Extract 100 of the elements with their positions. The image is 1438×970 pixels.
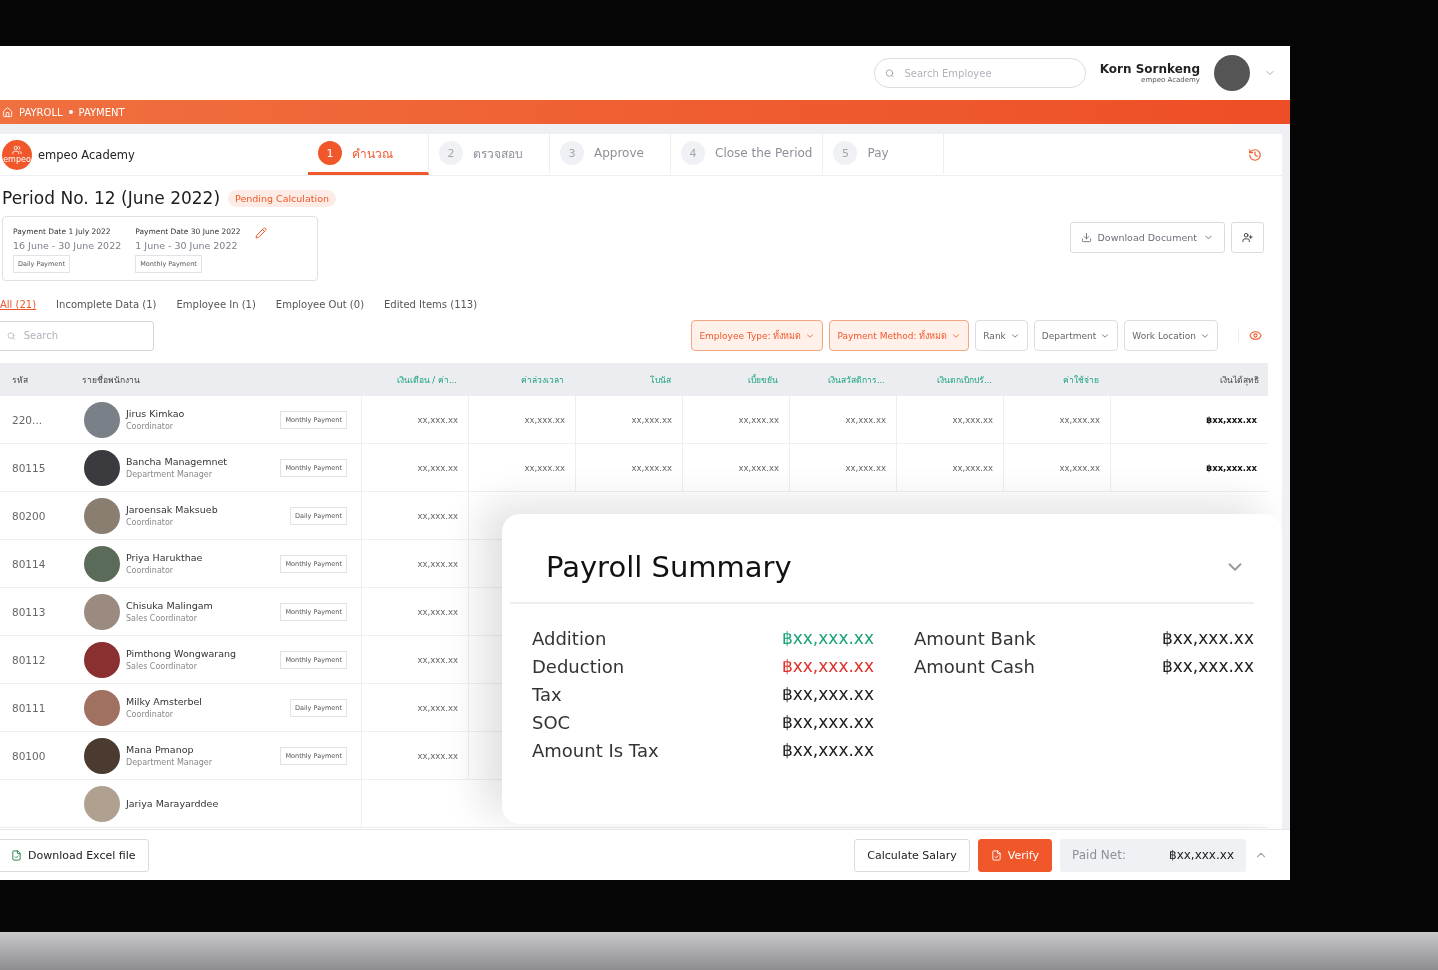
filter-tab[interactable]: All (21) [0,299,37,310]
employee-id: 80100 [11,749,47,762]
table-search-field[interactable]: Search [0,320,154,351]
employee-id: 80200 [11,509,47,522]
table-cell: xx,xxx.xx [469,444,576,491]
table-cell: xx,xxx.xx [362,540,469,587]
filter-tab[interactable]: Employee In (1) [176,299,256,310]
employee-name: Jariya Marayarddee [126,798,220,809]
employee-role: Sales Coordinator [126,662,198,671]
summary-label: Deduction [532,656,625,677]
date-range: 1 June - 30 June 2022 [135,240,238,251]
employee-name: Jaroensak Maksueb [126,504,219,515]
summary-title: Payroll Summary [546,550,792,584]
step-tab[interactable]: 2 ตรวจสอบ [429,134,550,175]
eye-icon[interactable] [1249,329,1262,342]
table-cell: xx,xxx.xx [576,396,683,443]
table-cell: xx,xxx.xx [362,636,469,683]
column-header: รายชื่อพนักงาน [81,373,141,387]
date-range: 16 June - 30 June 2022 [13,240,122,251]
filter-tab[interactable]: Employee Out (0) [275,299,365,310]
avatar-placeholder [84,785,120,822]
summary-value: ฿xx,xxx.xx [781,740,874,761]
step-tab[interactable]: 3 Approve [550,134,671,175]
step-tab[interactable]: 5 Pay [823,134,945,175]
search-input[interactable]: Search [21,329,145,342]
table-cell: xx,xxx.xx [897,444,1004,491]
filter-tab[interactable]: Edited Items (113) [384,299,478,310]
avatar-placeholder [84,449,120,486]
edit-icon[interactable] [254,227,267,239]
filter-dropdown[interactable]: Department [1033,320,1119,351]
filter-dropdown[interactable]: Payment Method: ทั้งหมด [829,320,970,351]
summary-value: ฿xx,xxx.xx [1161,656,1254,677]
employee-name: Mana Pmanop [126,744,195,755]
paid-net-value: ฿xx,xxx.xx [1169,848,1234,862]
column-header: รหัส [11,373,29,387]
avatar-placeholder [84,641,120,678]
verify-button[interactable]: Verify [977,838,1052,872]
column-header: เงินตกเบิกปรั... [935,373,993,387]
filter-tab[interactable]: Incomplete Data (1) [56,299,157,310]
employee-id: 220... [11,413,44,426]
download-excel-button[interactable]: Download Excel file [0,838,149,872]
employee-role: Coordinator [126,566,175,575]
table-cell: xx,xxx.xx [1004,396,1111,443]
column-header: เงินเดือน / ค่า... [395,373,458,387]
column-header: เงินสวัสดิการ... [826,373,886,387]
table-cell: xx,xxx.xx [362,732,469,779]
filter-dropdown[interactable]: Rank [975,320,1028,351]
table-cell: xx,xxx.xx [576,444,683,491]
user-avatar[interactable] [1214,55,1250,91]
table-cell: xx,xxx.xx [897,396,1004,443]
employee-id: 80115 [11,461,47,474]
employee-id: 80113 [11,605,47,618]
add-user-button[interactable] [1231,222,1264,253]
employee-name: Pimthong Wongwarang [126,648,238,659]
summary-label: Amount Is Tax [532,740,659,761]
table-cell: xx,xxx.xx [683,396,790,443]
employee-id: 80114 [11,557,47,570]
summary-value: ฿xx,xxx.xx [781,656,874,677]
paid-net-label: Paid Net: [1072,848,1126,862]
avatar-placeholder [84,737,120,774]
column-header: เบี้ยขยัน [747,373,779,387]
search-icon [7,330,16,341]
history-icon[interactable] [1248,147,1262,162]
employee-role: Coordinator [126,422,175,431]
employee-name: Jirus Kimkao [126,408,186,419]
step-tab[interactable]: 1 คำนวณ [308,134,429,175]
employee-name: Priya Harukthae [126,552,204,563]
avatar-placeholder [84,401,120,438]
company-name: empeo Academy [38,147,135,162]
filter-dropdown[interactable]: Employee Type: ทั้งหมด [691,320,824,351]
column-header: เงินได้สุทธิ [1219,373,1260,387]
summary-label: Amount Bank [914,628,1036,649]
add-user-icon [1242,232,1253,243]
avatar-placeholder [84,497,120,534]
filter-dropdown[interactable]: Work Location [1124,320,1218,351]
table-cell: xx,xxx.xx [362,396,469,443]
download-document-button[interactable]: Download Document [1069,222,1225,253]
employee-name: Bancha Managemnet [126,456,229,467]
search-input[interactable]: Search Employee [902,66,1075,80]
avatar-placeholder [84,545,120,582]
step-tab[interactable]: 4 Close the Period [671,134,824,175]
summary-label: SOC [532,712,571,733]
company-logo: empeo [2,139,32,170]
document-icon [990,849,1002,861]
employee-name: Chisuka Malingam [126,600,214,611]
table-cell: xx,xxx.xx [362,684,469,731]
avatar-placeholder [84,689,120,726]
breadcrumb-link[interactable]: PAYROLL [19,106,63,118]
calculate-salary-button[interactable]: Calculate Salary [854,838,970,872]
table-cell: xx,xxx.xx [1004,444,1111,491]
table-cell: xx,xxx.xx [790,396,897,443]
employee-id: 80111 [11,701,47,714]
employee-name: Milky Amsterbel [126,696,203,707]
home-icon[interactable] [2,106,13,118]
breadcrumb-link[interactable]: PAYMENT [78,106,125,118]
employee-role: Sales Coordinator [126,614,198,623]
avatar-placeholder [84,593,120,630]
employee-role: Coordinator [126,518,175,527]
period-title: Period No. 12 (June 2022) [2,188,221,208]
table-cell: xx,xxx.xx [790,444,897,491]
